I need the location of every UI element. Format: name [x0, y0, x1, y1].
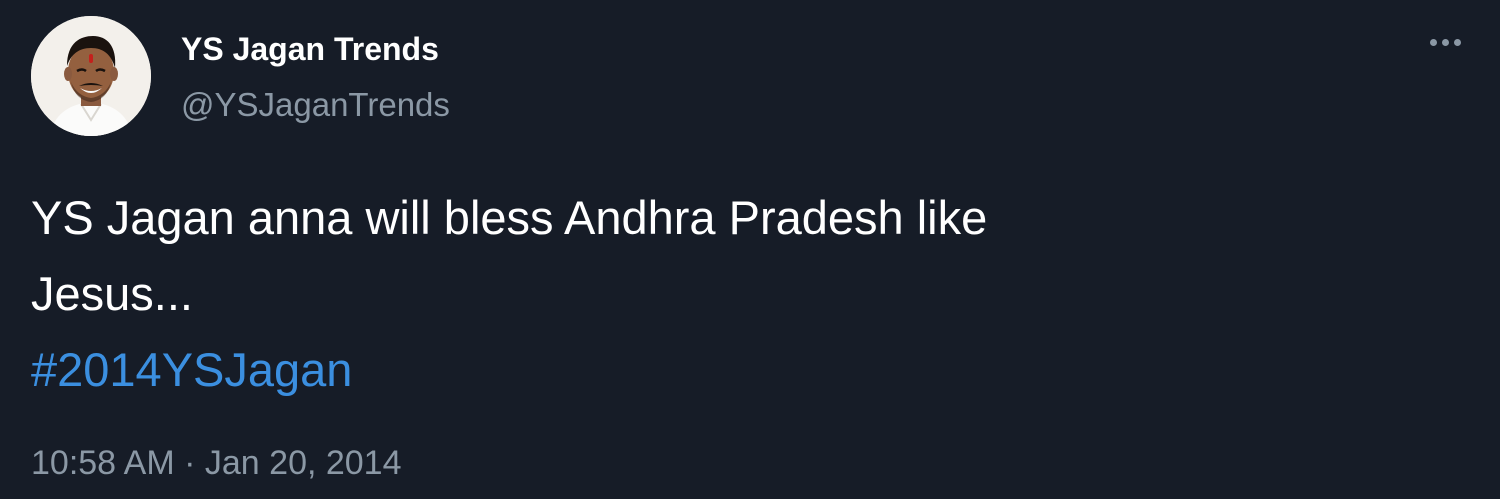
avatar[interactable]: [31, 16, 151, 136]
tweet-text-line: Jesus...: [31, 267, 193, 320]
tweet-time: 10:58 AM: [31, 444, 175, 482]
more-options-button[interactable]: [1420, 22, 1470, 62]
tweet-card: YS Jagan Trends @YSJaganTrends YS Jagan …: [0, 0, 1500, 499]
hashtag-link[interactable]: #2014YSJagan: [31, 332, 1431, 408]
meta-separator: ·: [184, 444, 196, 482]
more-horizontal-icon: [1453, 38, 1461, 46]
author-display-name[interactable]: YS Jagan Trends: [181, 31, 439, 68]
tweet-text: YS Jagan anna will bless Andhra Pradesh …: [31, 180, 1431, 408]
more-horizontal-icon: [1441, 38, 1449, 46]
profile-photo: [31, 16, 151, 136]
tweet-date: Jan 20, 2014: [204, 444, 402, 482]
author-handle[interactable]: @YSJaganTrends: [181, 86, 450, 124]
tweet-text-line: YS Jagan anna will bless Andhra Pradesh …: [31, 191, 988, 244]
more-horizontal-icon: [1429, 38, 1437, 46]
tweet-timestamp[interactable]: 10:58 AM · Jan 20, 2014: [31, 444, 402, 483]
